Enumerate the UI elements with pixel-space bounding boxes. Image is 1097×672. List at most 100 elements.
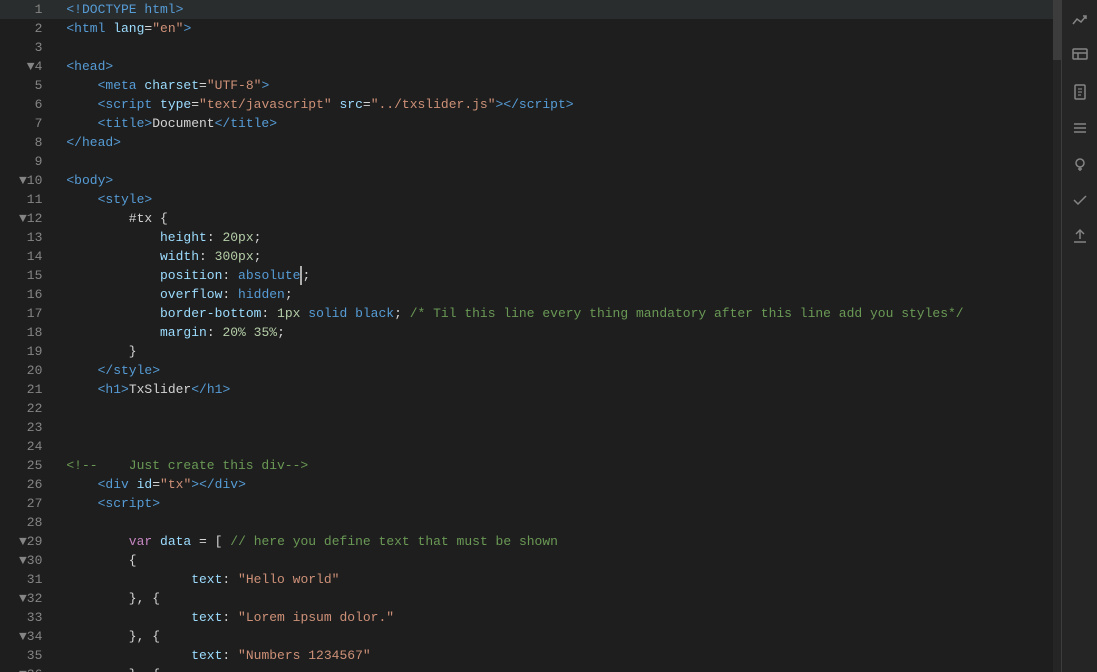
line-number: ▼ 36 [0,665,58,672]
line-content [58,152,1053,171]
collapse-arrow[interactable]: ▼ [13,532,27,551]
collapse-arrow[interactable]: ▼ [13,171,27,190]
line-number: 20 [0,361,58,380]
line-content: <html lang="en"> [58,19,1053,38]
line-content [58,38,1053,57]
line-number: 6 [0,95,58,114]
table-row: ▼ 32 }, { [0,589,1053,608]
line-content: <script> [58,494,1053,513]
document-icon[interactable] [1068,80,1092,104]
table-row: 1<!DOCTYPE html> [0,0,1053,19]
code-table: 1<!DOCTYPE html>2<html lang="en">3 ▼ 4<h… [0,0,1053,672]
line-number: 2 [0,19,58,38]
minimap-thumb [1053,0,1061,60]
table-row: ▼ 36 }, { [0,665,1053,672]
line-number: 21 [0,380,58,399]
table-row: 22 [0,399,1053,418]
line-number: ▼ 12 [0,209,58,228]
table-row: 5 <meta charset="UTF-8"> [0,76,1053,95]
line-number: 27 [0,494,58,513]
line-number: 31 [0,570,58,589]
line-number: 3 [0,38,58,57]
line-number: 9 [0,152,58,171]
line-number: 17 [0,304,58,323]
table-row: ▼ 29 var data = [ // here you define tex… [0,532,1053,551]
line-number: ▼ 4 [0,57,58,76]
line-content: }, { [58,627,1053,646]
line-number: 16 [0,285,58,304]
check-icon[interactable] [1068,188,1092,212]
table-row: ▼ 10<body> [0,171,1053,190]
collapse-arrow[interactable]: ▼ [13,627,27,646]
collapse-arrow[interactable]: ▼ [13,209,27,228]
line-number: ▼ 10 [0,171,58,190]
line-content: }, { [58,589,1053,608]
line-number: 5 [0,76,58,95]
line-number: 25 [0,456,58,475]
right-sidebar [1061,0,1097,672]
bulb-icon[interactable] [1068,152,1092,176]
table-row: 9 [0,152,1053,171]
line-number: 1 [0,0,58,19]
line-number: 8 [0,133,58,152]
minimap[interactable] [1053,0,1061,672]
table-row: 20 </style> [0,361,1053,380]
table-row: 31 text: "Hello world" [0,570,1053,589]
line-number: 15 [0,266,58,285]
table-row: 24 [0,437,1053,456]
table-row: ▼ 12 #tx { [0,209,1053,228]
table-row: 14 width: 300px; [0,247,1053,266]
table-row: 16 overflow: hidden; [0,285,1053,304]
table-row: 27 <script> [0,494,1053,513]
line-number: 26 [0,475,58,494]
line-content: <h1>TxSlider</h1> [58,380,1053,399]
table-row: 28 [0,513,1053,532]
line-content: text: "Numbers 1234567" [58,646,1053,665]
line-number: 28 [0,513,58,532]
line-content: } [58,342,1053,361]
line-content: <style> [58,190,1053,209]
table-row: 7 <title>Document</title> [0,114,1053,133]
line-content: </style> [58,361,1053,380]
line-content: <!-- Just create this div--> [58,456,1053,475]
table-row: 15 position: absolute ; [0,266,1053,285]
collapse-arrow[interactable]: ▼ [21,57,35,76]
line-content: <body> [58,171,1053,190]
line-number: 13 [0,228,58,247]
table-row: 25<!-- Just create this div--> [0,456,1053,475]
line-number: 23 [0,418,58,437]
line-content: </head> [58,133,1053,152]
line-content: <meta charset="UTF-8"> [58,76,1053,95]
line-number: 35 [0,646,58,665]
upload-icon[interactable] [1068,224,1092,248]
table-row: ▼ 34 }, { [0,627,1053,646]
code-area[interactable]: 1<!DOCTYPE html>2<html lang="en">3 ▼ 4<h… [0,0,1053,672]
line-number: 22 [0,399,58,418]
line-content: <!DOCTYPE html> [58,0,1053,19]
collapse-arrow[interactable]: ▼ [13,665,27,672]
layout-icon[interactable] [1068,44,1092,68]
line-content [58,437,1053,456]
line-number: 11 [0,190,58,209]
table-row: 35 text: "Numbers 1234567" [0,646,1053,665]
table-row: 6 <script type="text/javascript" src="..… [0,95,1053,114]
table-row: ▼ 30 { [0,551,1053,570]
line-content: margin: 20% 35%; [58,323,1053,342]
table-row: 23 [0,418,1053,437]
table-row: 13 height: 20px; [0,228,1053,247]
line-content: <div id="tx"></div> [58,475,1053,494]
line-content: <head> [58,57,1053,76]
line-number: 7 [0,114,58,133]
line-content: height: 20px; [58,228,1053,247]
trending-icon[interactable] [1068,8,1092,32]
table-row: 26 <div id="tx"></div> [0,475,1053,494]
line-number: ▼ 30 [0,551,58,570]
line-content: position: absolute ; [58,266,1053,285]
line-number: 33 [0,608,58,627]
table-row: 19 } [0,342,1053,361]
table-row: 17 border-bottom: 1px solid black; /* Ti… [0,304,1053,323]
list-icon[interactable] [1068,116,1092,140]
collapse-arrow[interactable]: ▼ [13,551,27,570]
collapse-arrow[interactable]: ▼ [13,589,27,608]
table-row: 8</head> [0,133,1053,152]
